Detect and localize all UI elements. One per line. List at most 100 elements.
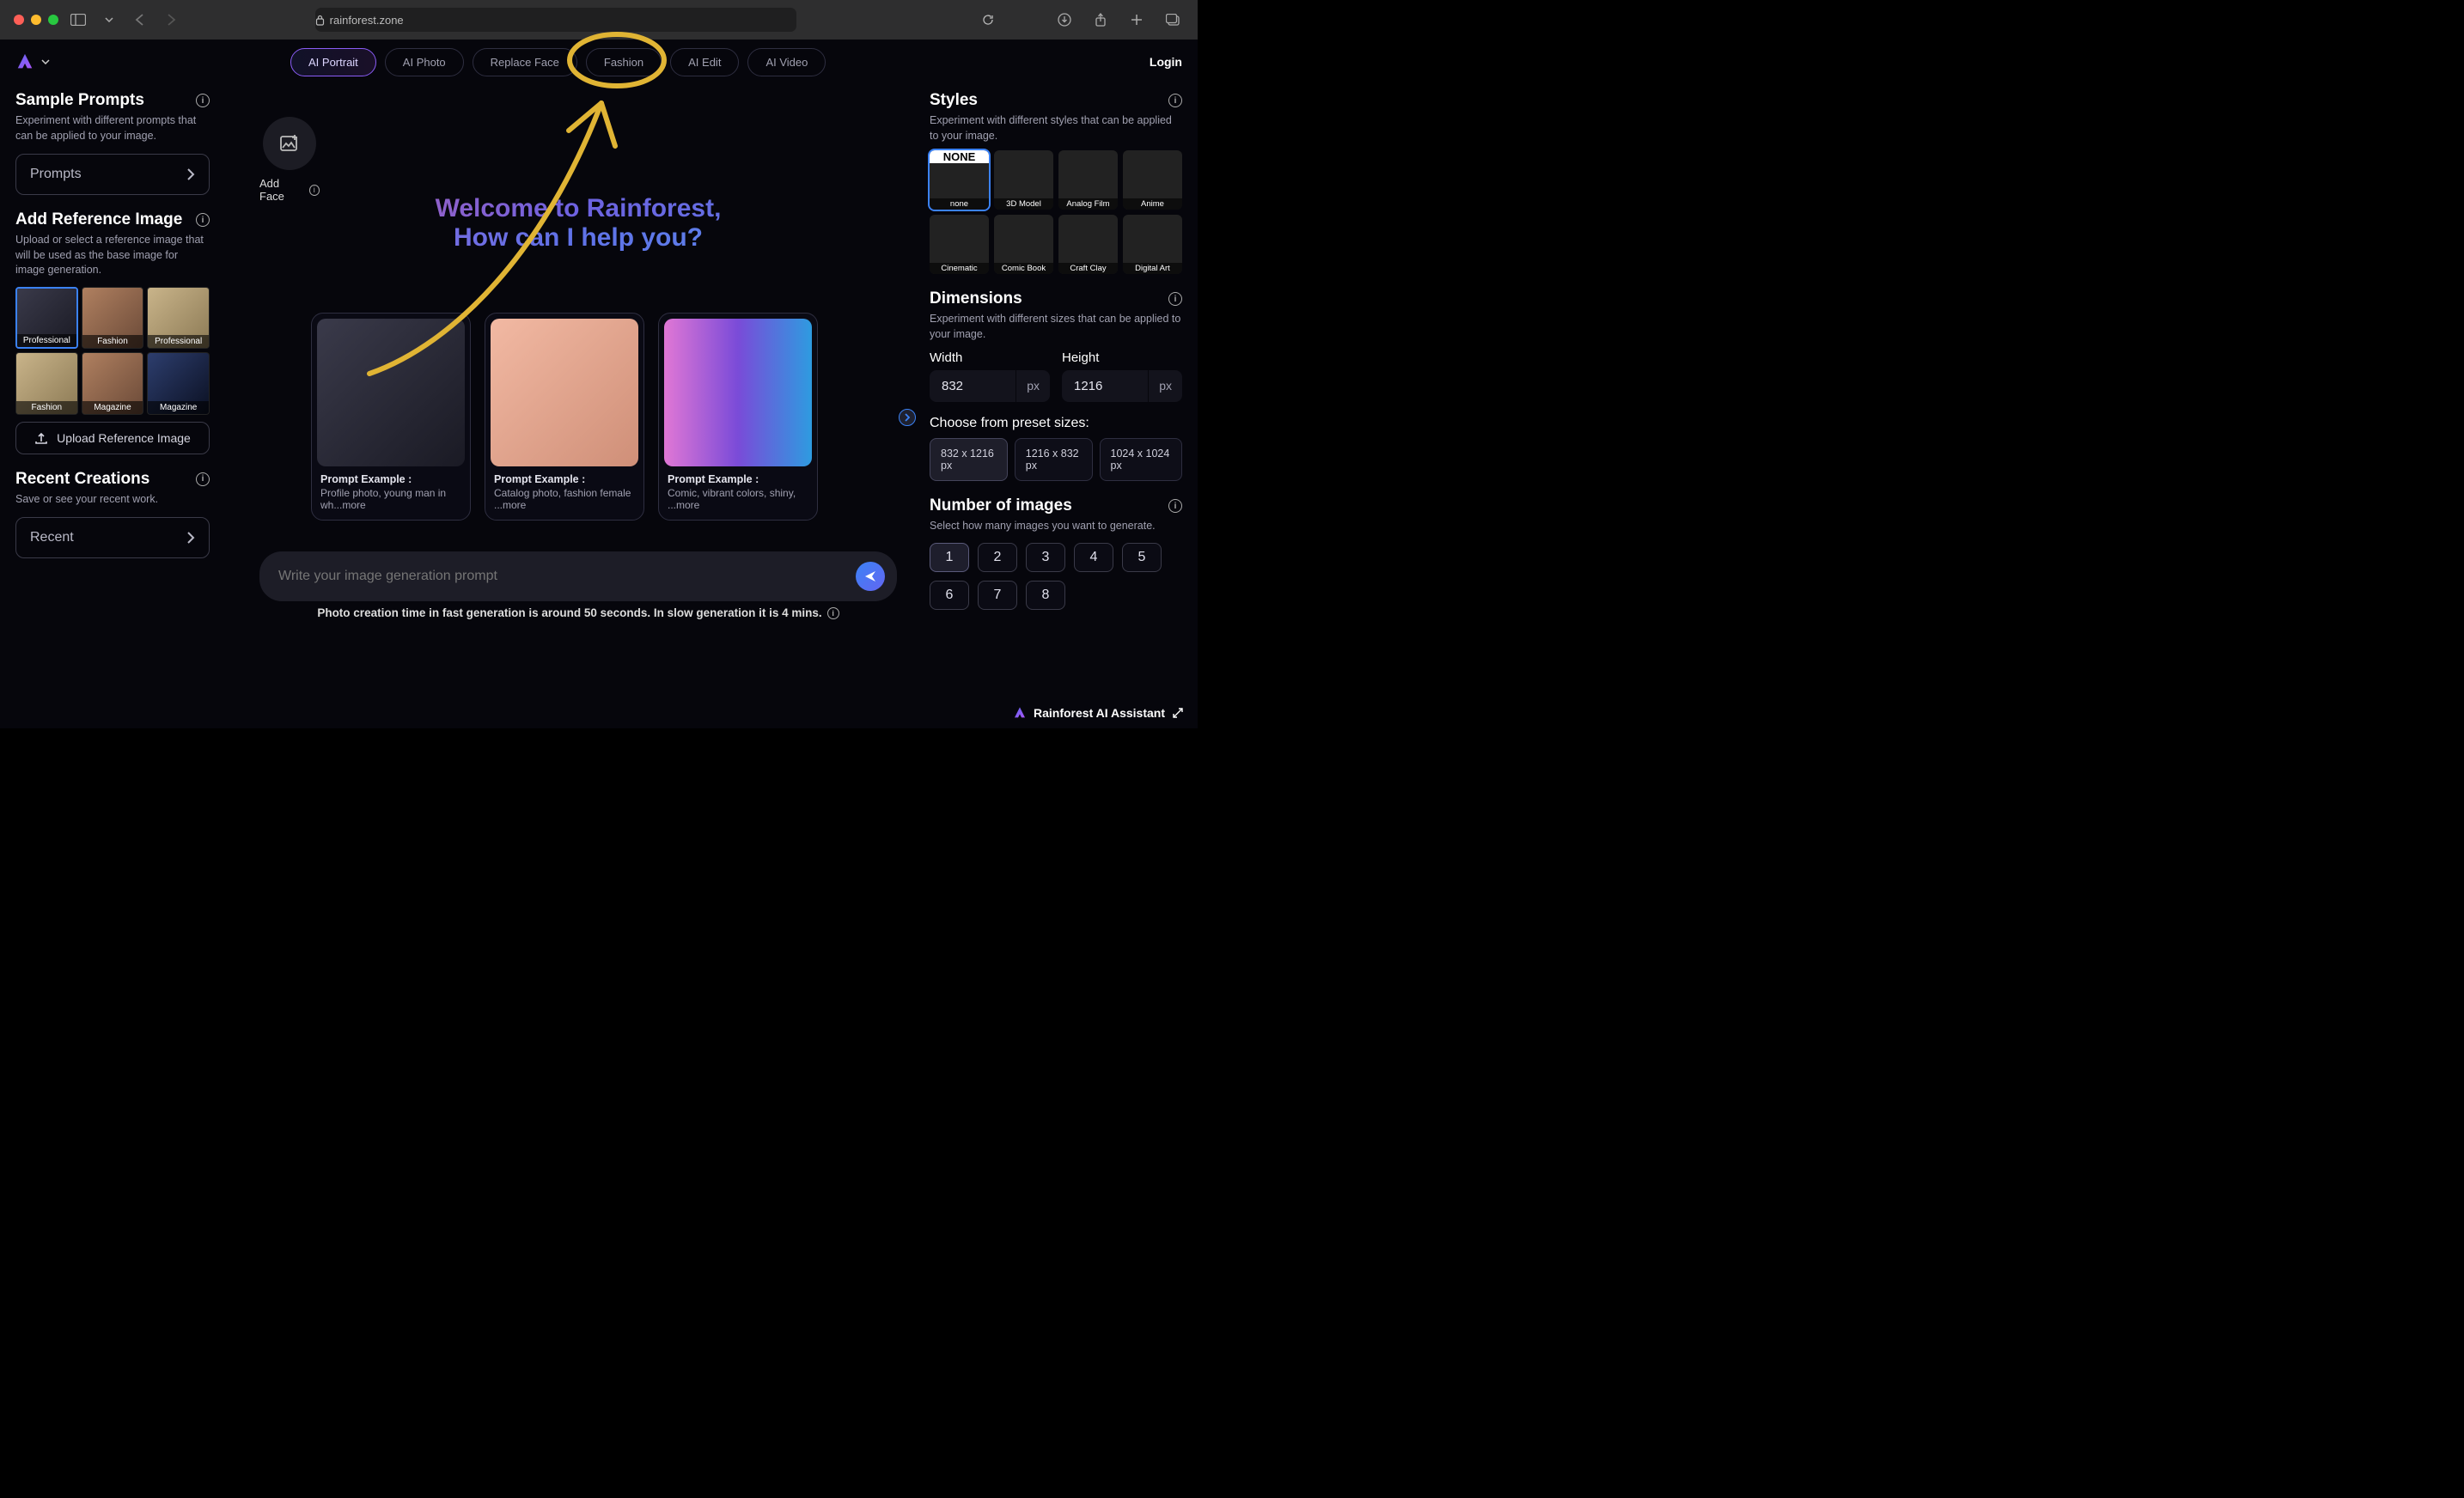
info-icon[interactable]: i [1168, 292, 1182, 306]
url-host: rainforest.zone [330, 14, 404, 27]
new-tab-icon[interactable] [1125, 9, 1148, 31]
recent-heading: Recent Creations i [15, 470, 210, 489]
reference-subtitle: Upload or select a reference image that … [15, 233, 210, 278]
preset-size[interactable]: 1024 x 1024 px [1100, 438, 1182, 481]
card-description: Comic, vibrant colors, shiny, ...more [668, 487, 808, 511]
style-option[interactable]: Cinematic [930, 215, 989, 274]
address-bar[interactable]: rainforest.zone [315, 8, 796, 32]
minimize-window-button[interactable] [31, 15, 41, 25]
app-logo[interactable] [15, 52, 50, 71]
info-icon[interactable]: i [827, 607, 839, 619]
style-option[interactable]: Craft Clay [1058, 215, 1118, 274]
logo-icon [1013, 706, 1027, 720]
prompt-example-card[interactable]: Prompt Example : Comic, vibrant colors, … [658, 313, 818, 521]
preset-size[interactable]: 832 x 1216 px [930, 438, 1008, 481]
add-face-button[interactable] [263, 117, 316, 170]
style-option-none[interactable]: NONEnone [930, 150, 989, 210]
tab-fashion[interactable]: Fashion [586, 48, 662, 76]
num-images-option[interactable]: 6 [930, 581, 969, 610]
preset-label: Choose from preset sizes: [930, 416, 1182, 431]
info-icon[interactable]: i [196, 213, 210, 227]
card-title: Prompt Example : [668, 473, 808, 485]
card-description: Catalog photo, fashion female ...more [494, 487, 635, 511]
tab-ai-video[interactable]: AI Video [747, 48, 826, 76]
style-option[interactable]: Comic Book [994, 215, 1053, 274]
prompt-input[interactable] [278, 569, 856, 584]
dimensions-subtitle: Experiment with different sizes that can… [930, 312, 1182, 342]
share-icon[interactable] [1089, 9, 1112, 31]
style-label: Comic Book [994, 263, 1053, 274]
num-images-option[interactable]: 3 [1026, 543, 1065, 572]
styles-subtitle: Experiment with different styles that ca… [930, 113, 1182, 143]
hero-line-1: Welcome to Rainforest, [259, 194, 897, 223]
send-button[interactable] [856, 562, 885, 591]
close-window-button[interactable] [14, 15, 24, 25]
chevron-down-icon[interactable] [98, 9, 120, 31]
window-controls [14, 15, 58, 25]
add-face-block: Add Face i [259, 117, 320, 203]
num-images-option[interactable]: 8 [1026, 581, 1065, 610]
style-option[interactable]: Analog Film [1058, 150, 1118, 210]
reload-icon[interactable] [982, 14, 994, 26]
width-input[interactable]: 832 px [930, 370, 1050, 402]
login-link[interactable]: Login [1150, 55, 1182, 69]
preset-size[interactable]: 1216 x 832 px [1015, 438, 1093, 481]
chevron-right-icon [186, 532, 195, 544]
num-images-option[interactable]: 4 [1074, 543, 1113, 572]
info-icon[interactable]: i [309, 185, 320, 196]
style-option[interactable]: 3D Model [994, 150, 1053, 210]
left-sidebar: Sample Prompts i Experiment with differe… [0, 40, 225, 728]
recent-button[interactable]: Recent [15, 517, 210, 558]
tab-replace-face[interactable]: Replace Face [473, 48, 577, 76]
dimensions-title: Dimensions [930, 289, 1022, 308]
height-value: 1216 [1062, 370, 1148, 402]
width-unit: px [1015, 370, 1050, 402]
tabs-overview-icon[interactable] [1162, 9, 1184, 31]
recent-title: Recent Creations [15, 470, 149, 489]
sidebar-toggle-icon[interactable] [67, 9, 89, 31]
info-icon[interactable]: i [196, 472, 210, 486]
reference-image[interactable]: Magazine [82, 352, 144, 415]
tab-ai-photo[interactable]: AI Photo [385, 48, 464, 76]
num-images-option[interactable]: 7 [978, 581, 1017, 610]
forward-button[interactable] [160, 9, 182, 31]
prompt-example-card[interactable]: Prompt Example : Profile photo, young ma… [311, 313, 471, 521]
logo-icon [15, 52, 34, 71]
info-icon[interactable]: i [1168, 94, 1182, 107]
chevron-down-icon[interactable] [41, 59, 50, 64]
reference-image[interactable]: Magazine [147, 352, 210, 415]
collapse-right-handle[interactable] [899, 409, 916, 426]
reference-image[interactable]: Fashion [15, 352, 78, 415]
reference-image[interactable]: Professional [15, 287, 78, 350]
ai-assistant-launcher[interactable]: Rainforest AI Assistant [1013, 706, 1184, 720]
num-images-option[interactable]: 5 [1122, 543, 1162, 572]
num-images-option[interactable]: 2 [978, 543, 1017, 572]
card-image [491, 319, 638, 466]
prompt-example-cards: Prompt Example : Profile photo, young ma… [259, 313, 897, 521]
num-images-option[interactable]: 1 [930, 543, 969, 572]
prompts-button[interactable]: Prompts [15, 154, 210, 195]
lock-icon [315, 15, 325, 26]
browser-toolbar: rainforest.zone [0, 0, 1198, 40]
reference-heading: Add Reference Image i [15, 210, 210, 229]
reference-label: Professional [17, 334, 76, 347]
style-option[interactable]: Digital Art [1123, 215, 1182, 274]
tab-ai-portrait[interactable]: AI Portrait [290, 48, 376, 76]
reference-image[interactable]: Fashion [82, 287, 144, 350]
info-icon[interactable]: i [1168, 499, 1182, 513]
info-icon[interactable]: i [196, 94, 210, 107]
back-button[interactable] [129, 9, 151, 31]
prompt-example-card[interactable]: Prompt Example : Catalog photo, fashion … [485, 313, 644, 521]
hero-line-2: How can I help you? [259, 223, 897, 253]
reference-image[interactable]: Professional [147, 287, 210, 350]
maximize-window-button[interactable] [48, 15, 58, 25]
expand-icon [1172, 707, 1184, 719]
upload-button-label: Upload Reference Image [57, 431, 191, 445]
height-input[interactable]: 1216 px [1062, 370, 1182, 402]
downloads-icon[interactable] [1053, 9, 1076, 31]
styles-heading: Styles i [930, 91, 1182, 110]
reference-title: Add Reference Image [15, 210, 182, 229]
tab-ai-edit[interactable]: AI Edit [670, 48, 739, 76]
style-option[interactable]: Anime [1123, 150, 1182, 210]
upload-reference-button[interactable]: Upload Reference Image [15, 422, 210, 454]
